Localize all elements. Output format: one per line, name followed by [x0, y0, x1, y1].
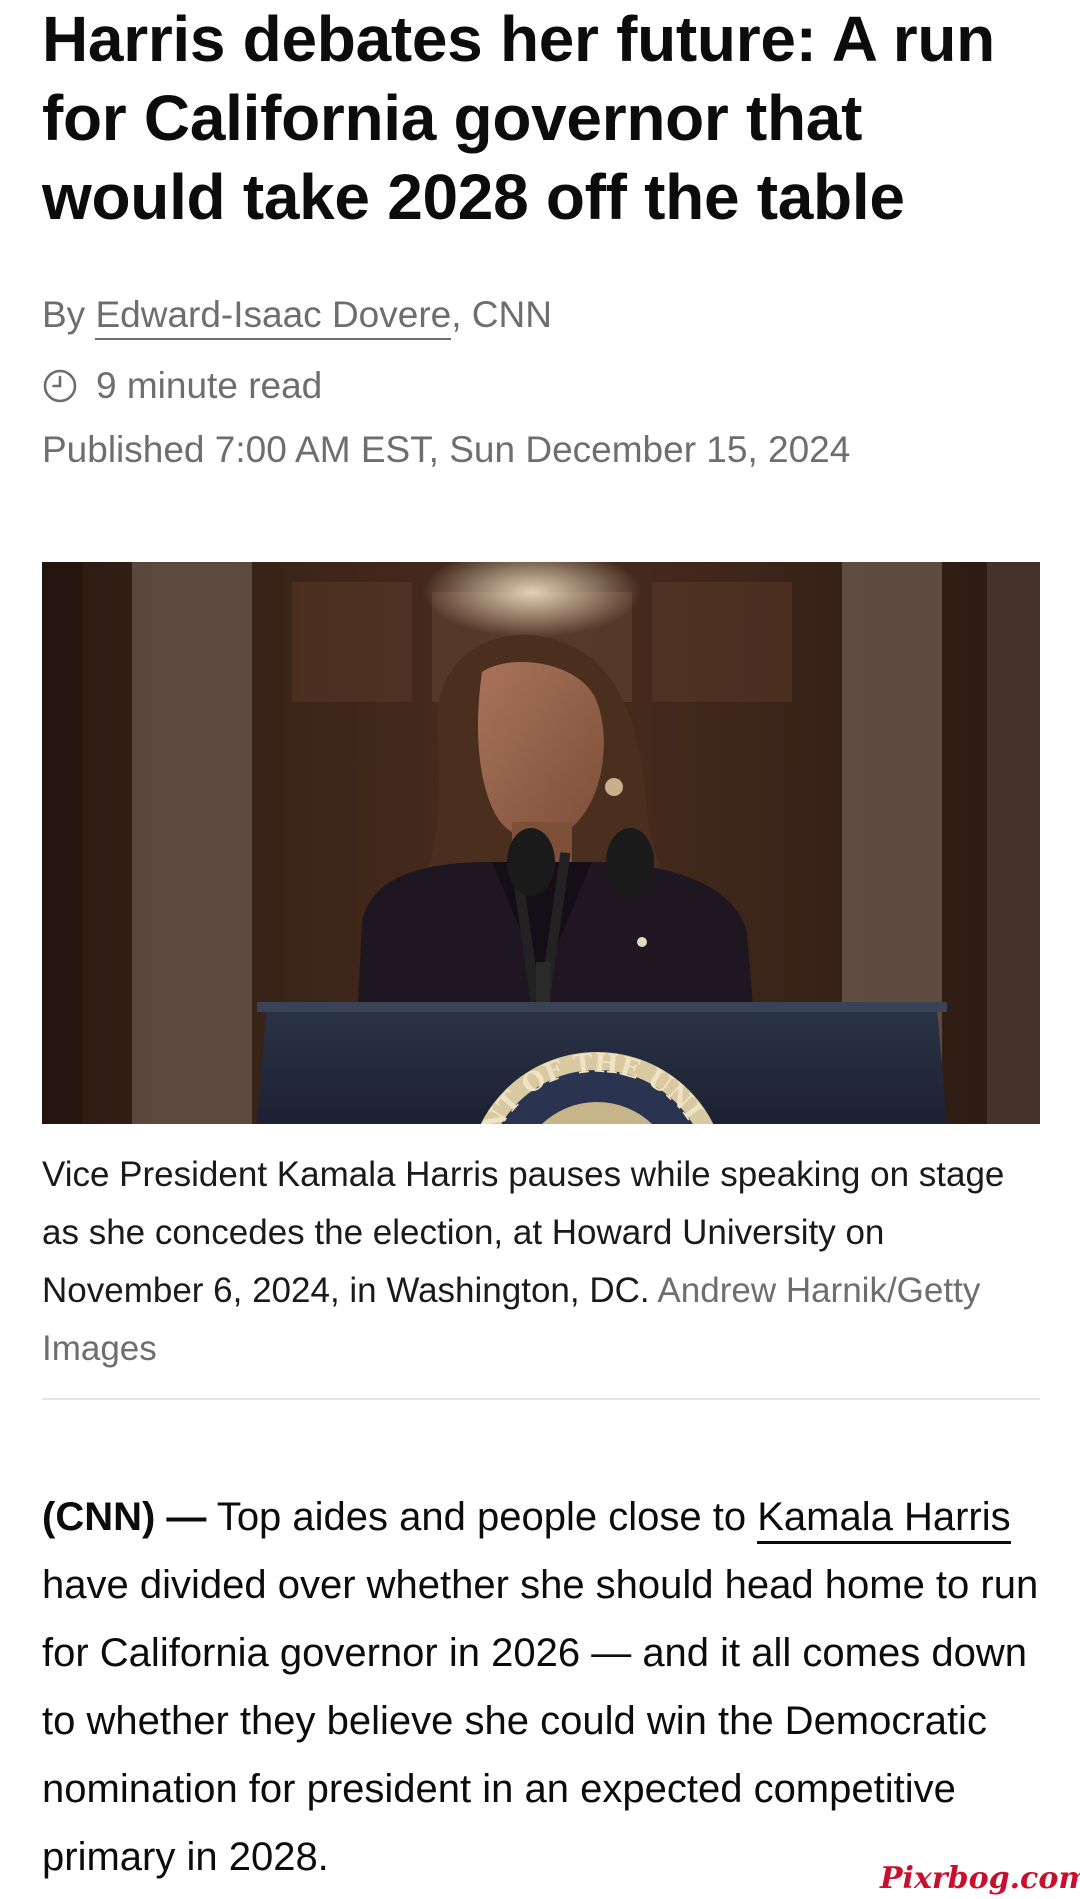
watermark: Pixrbog.com — [880, 1861, 1080, 1896]
published-timestamp: Published 7:00 AM EST, Sun December 15, … — [42, 429, 851, 470]
byline-suffix: , CNN — [451, 294, 552, 335]
image-caption: Vice President Kamala Harris pauses whil… — [42, 1146, 1040, 1378]
byline-prefix: By — [42, 294, 96, 335]
dateline: (CNN) — — [42, 1495, 207, 1539]
caption-divider — [42, 1398, 1040, 1400]
read-time-label: 9 minute read — [96, 365, 323, 406]
byline: By Edward-Isaac Dovere, CNN — [42, 293, 552, 340]
article-headline: Harris debates her future: A run for Cal… — [42, 3, 995, 233]
article-body-paragraph: (CNN) — Top aides and people close to Ka… — [42, 1483, 1052, 1891]
clock-icon — [42, 368, 78, 404]
author-link[interactable]: Edward-Isaac Dovere — [95, 294, 452, 340]
paragraph-start: Top aides and people close to — [216, 1495, 747, 1539]
kamala-harris-link[interactable]: Kamala Harris — [757, 1495, 1011, 1544]
read-time: 9 minute read — [42, 364, 322, 408]
paragraph-rest: have divided over whether she should hea… — [42, 1563, 1039, 1879]
article-photo[interactable]: ENT OF THE UNI — [42, 562, 1040, 1124]
